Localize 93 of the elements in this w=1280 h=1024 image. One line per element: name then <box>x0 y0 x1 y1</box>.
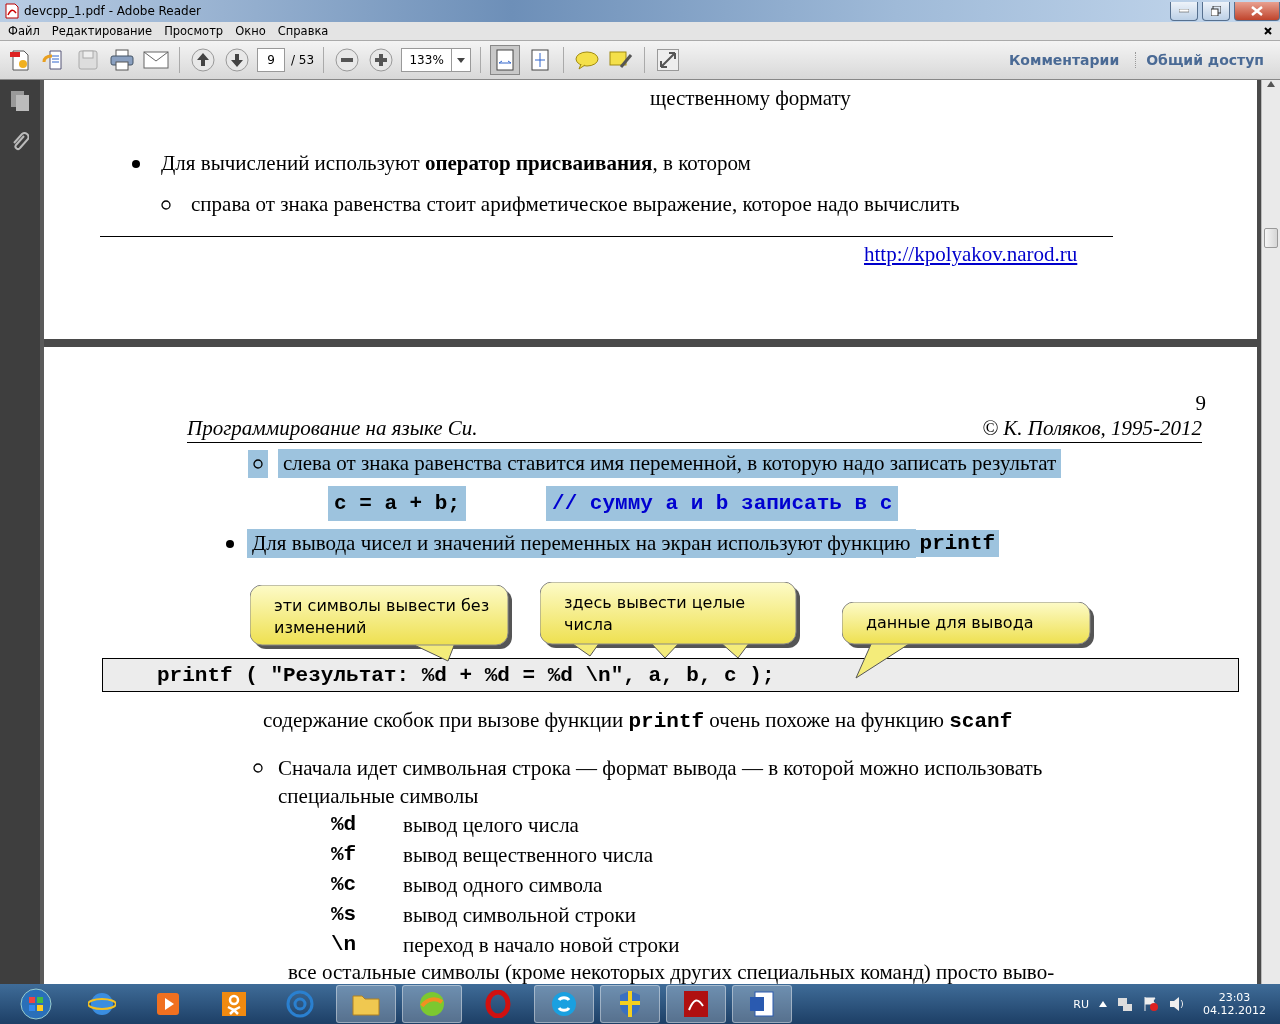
bullet-text: слева от знака равенства ставится имя переменной, в которую надо записать результат <box>278 449 1062 478</box>
zoom-out-button[interactable] <box>333 46 362 74</box>
page-fit-icon <box>530 49 551 71</box>
body-text: все остальные символы (кроме некоторых других специальных команд) просто выво- <box>288 960 1056 984</box>
format-description: вывод одного символа <box>403 872 603 899</box>
print-button[interactable] <box>108 46 136 74</box>
person-icon <box>221 991 247 1017</box>
format-description: вывод символьной строки <box>403 902 636 929</box>
format-code: %d <box>331 812 358 838</box>
callout-text: данные для вывода <box>866 612 1035 634</box>
header-title: Программирование на языке Си. <box>187 416 478 441</box>
format-code: \n <box>331 932 358 958</box>
pdf-icon <box>4 3 20 19</box>
arrow-up-icon <box>1266 80 1276 88</box>
minimize-icon <box>1179 8 1189 13</box>
orb-icon <box>418 990 446 1018</box>
shield-icon <box>618 990 642 1018</box>
page-count: / 53 <box>291 53 315 67</box>
bullet-text: Для вывода чисел и значений переменных на экран используют функцию <box>247 529 916 558</box>
windows-logo-icon <box>20 988 52 1020</box>
close-button[interactable] <box>1234 1 1280 21</box>
folder-icon <box>352 992 380 1016</box>
header-author: © К. Поляков, 1995-2012 <box>982 416 1202 441</box>
circle-bullet-icon <box>161 199 171 210</box>
clock[interactable]: 23:03 04.12.2012 <box>1195 991 1274 1017</box>
pdf-icon <box>683 990 709 1018</box>
next-page-button[interactable] <box>223 46 251 74</box>
zoom-field[interactable]: 133% <box>401 48 472 72</box>
document-icon <box>749 990 775 1018</box>
toolbar-link[interactable]: Комментарии <box>998 52 1130 68</box>
document-star-icon <box>8 48 32 72</box>
code-text: c = a + b; <box>328 486 467 521</box>
caret-icon <box>457 57 466 63</box>
toolbar-link[interactable]: Общий доступ <box>1135 52 1274 68</box>
page-fit-width-icon <box>495 49 516 71</box>
callout-text: здесь вывести целые числа <box>564 592 747 636</box>
format-code: %s <box>331 902 358 928</box>
pages-icon <box>10 90 30 112</box>
speaker-icon <box>1169 996 1185 1012</box>
bullet-icon <box>226 539 234 548</box>
zoom-in-button[interactable] <box>367 46 396 74</box>
menu-item[interactable]: Файл <box>2 24 46 38</box>
minus-icon <box>335 48 360 72</box>
arrow-down-icon <box>225 48 249 72</box>
code-comment: // сумму a и b записать в c <box>546 486 899 521</box>
callout-text: эти символы вывести без изменений <box>274 595 491 639</box>
globe-icon <box>88 990 116 1018</box>
caret-up-icon <box>1099 1001 1107 1007</box>
plus-icon <box>369 48 394 72</box>
expand-arrows-icon <box>657 49 680 71</box>
language-indicator[interactable]: RU <box>1073 997 1089 1011</box>
fit-width-button[interactable] <box>490 45 521 75</box>
speech-bubble-icon <box>575 50 600 70</box>
body-text: щественному формату <box>650 86 851 111</box>
menu-item[interactable]: Просмотр <box>158 24 230 38</box>
close-icon <box>1251 5 1263 16</box>
body-text: содержание скобок при вызове функции printf очень похоже на функцию scanf <box>263 707 1014 735</box>
circle-bullet-icon <box>253 458 263 469</box>
arrow-up-icon <box>191 48 215 72</box>
url-link[interactable]: http://kpolyakov.narod.ru <box>864 242 1078 266</box>
taskbar-button[interactable] <box>732 985 792 1023</box>
scrollbar[interactable] <box>1261 80 1280 984</box>
bullet-text: Для вычислений используют оператор присваивания, в котором <box>161 151 751 176</box>
flag-error-icon <box>1143 996 1159 1012</box>
paperclip-icon <box>11 130 29 152</box>
network-icon <box>1117 996 1133 1012</box>
format-code: %c <box>331 872 358 898</box>
bullet-text: справа от знака равенства стоит арифметическое выражение, которое надо вычислить <box>191 192 960 217</box>
clock-date: 04.12.2012 <box>1203 1004 1266 1017</box>
ring-icon <box>485 990 511 1018</box>
play-icon <box>155 991 181 1017</box>
printer-icon <box>110 49 134 71</box>
clock-time: 23:03 <box>1218 991 1251 1004</box>
function-name: printf <box>915 530 1000 557</box>
format-description: вывод вещественного числа <box>403 842 654 869</box>
format-code: %f <box>331 842 358 868</box>
previous-page-button[interactable] <box>189 46 217 74</box>
window-title: devcpp_1.pdf - Adobe Reader <box>24 4 203 18</box>
envelope-icon <box>143 51 169 69</box>
pencil-note-icon <box>609 49 634 71</box>
menu-item[interactable]: Окно <box>229 24 272 38</box>
circle-bullet-icon <box>253 763 263 773</box>
menu-item[interactable]: Редактирование <box>45 24 159 38</box>
scroll-thumb[interactable] <box>1264 228 1278 248</box>
restore-button[interactable] <box>1202 1 1230 21</box>
menu-item[interactable]: Справка <box>271 24 335 38</box>
format-description: переход в начало новой строки <box>403 932 680 959</box>
restore-icon <box>1211 5 1221 16</box>
page-number: 9 <box>1195 391 1206 416</box>
page-number-field[interactable]: 9 <box>257 48 285 72</box>
bullet-icon <box>132 159 140 168</box>
minimize-button[interactable] <box>1170 1 1198 21</box>
format-description: вывод целого числа <box>403 812 579 839</box>
